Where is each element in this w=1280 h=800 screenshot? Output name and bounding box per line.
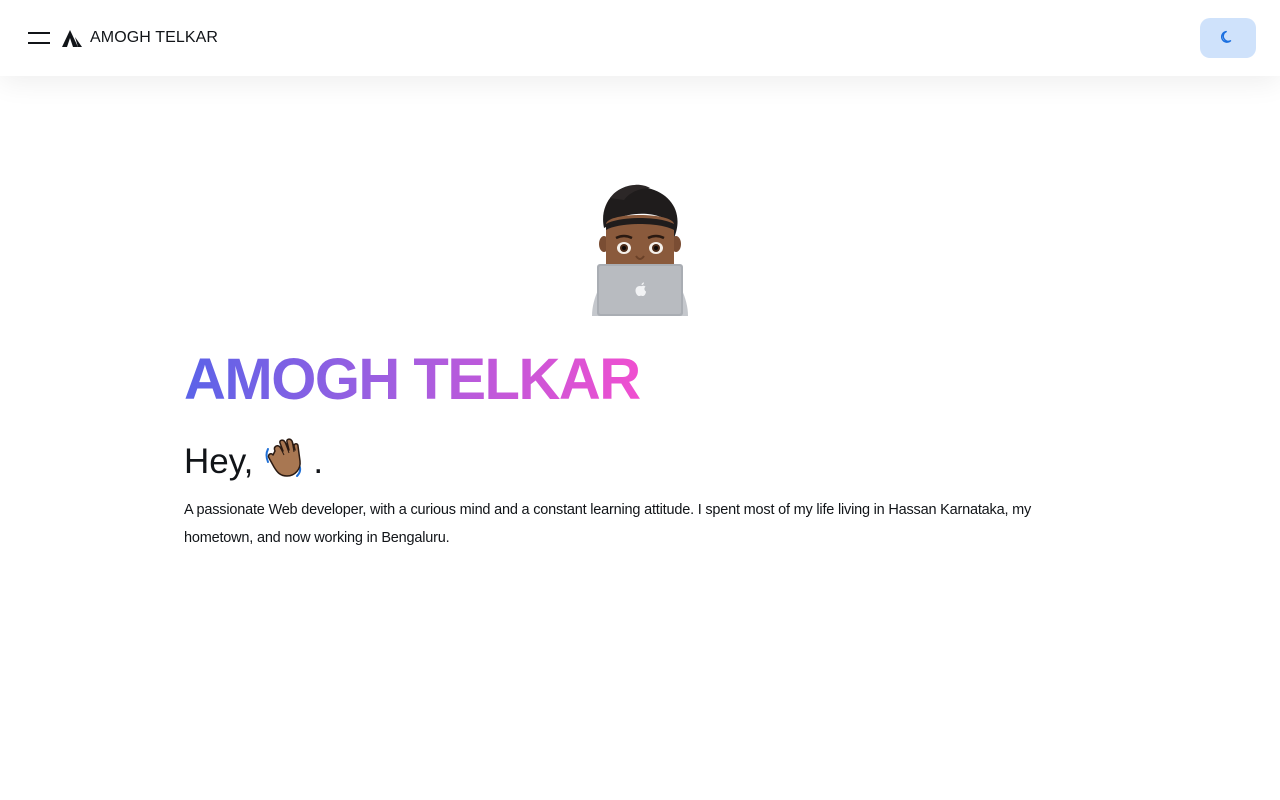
hamburger-menu-icon[interactable] bbox=[28, 28, 50, 48]
greeting-text: Hey, bbox=[184, 442, 254, 481]
greeting-end: . bbox=[313, 442, 324, 481]
brand-name: AMOGH TELKAR bbox=[90, 29, 219, 46]
bio-text: A passionate Web developer, with a curio… bbox=[184, 502, 1032, 546]
theme-toggle-button[interactable] bbox=[1200, 18, 1256, 58]
waving-hand-icon bbox=[263, 437, 305, 488]
triangle-logo-icon bbox=[62, 29, 82, 47]
memoji-laptop-avatar bbox=[590, 182, 690, 316]
brand-link[interactable]: AMOGH TELKAR bbox=[62, 28, 218, 48]
greeting: Hey, . bbox=[184, 437, 324, 488]
navbar: AMOGH TELKAR bbox=[0, 0, 1280, 76]
moon-icon bbox=[1220, 30, 1235, 47]
page-title: AMOGH TELKAR bbox=[184, 347, 641, 412]
